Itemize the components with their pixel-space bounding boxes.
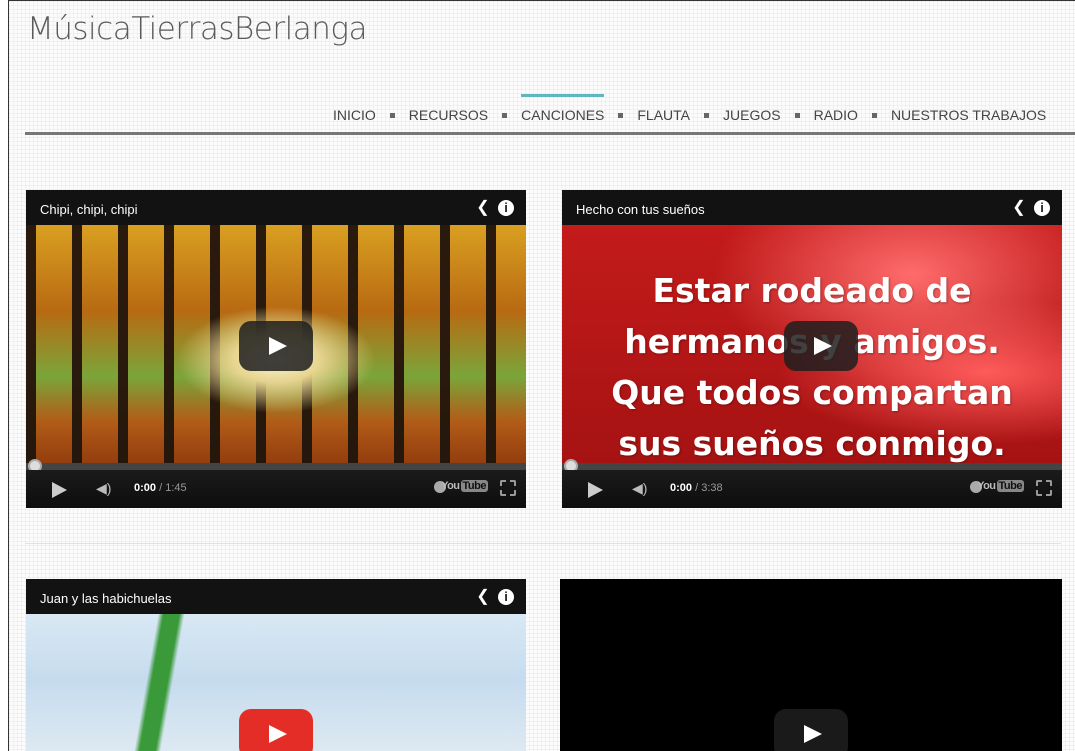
video-player-empty[interactable] <box>560 579 1062 751</box>
fullscreen-icon[interactable] <box>1036 480 1052 496</box>
video-title-bar: Hecho con tus sueños ❮ i <box>562 190 1062 225</box>
video-title[interactable]: Juan y las habichuelas <box>40 591 172 606</box>
nav-separator <box>502 112 508 118</box>
share-icon[interactable]: ❮ <box>1010 199 1028 217</box>
nav-item-canciones[interactable]: CANCIONES <box>521 94 605 123</box>
video-player-hecho[interactable]: Estar rodeado de hermanos y amigos. Que … <box>562 190 1062 508</box>
time-display: 0:00 / 1:45 <box>134 482 187 494</box>
main-nav: INICIO RECURSOS CANCIONES FLAUTA JUEGOS … <box>333 94 1046 123</box>
nav-separator <box>389 112 395 118</box>
play-button[interactable] <box>784 321 858 371</box>
video-player-juan[interactable]: Juan y las habichuelas ❮ i <box>26 579 526 751</box>
play-button[interactable] <box>239 321 313 371</box>
info-icon[interactable]: i <box>498 589 514 605</box>
nav-separator <box>618 112 624 118</box>
page-frame: MúsicaTierrasBerlanga INICIO RECURSOS CA… <box>8 0 1075 751</box>
nav-separator <box>871 112 877 118</box>
duration: / 1:45 <box>159 482 187 494</box>
site-title[interactable]: MúsicaTierrasBerlanga <box>27 11 367 47</box>
volume-icon[interactable]: ◀) <box>96 480 111 497</box>
section-divider <box>25 543 1061 544</box>
play-button[interactable] <box>239 709 313 751</box>
nav-separator <box>794 112 800 118</box>
nav-item-nuestros-trabajos[interactable]: NUESTROS TRABAJOS <box>891 107 1046 123</box>
video-title-bar: Juan y las habichuelas ❮ i <box>26 579 526 614</box>
time-display: 0:00 / 3:38 <box>670 482 723 494</box>
info-icon[interactable]: i <box>1034 200 1050 216</box>
play-button[interactable] <box>774 709 848 751</box>
progress-bar[interactable] <box>562 459 1062 473</box>
duration: / 3:38 <box>695 482 723 494</box>
video-title[interactable]: Chipi, chipi, chipi <box>40 202 138 217</box>
play-icon[interactable] <box>52 482 67 498</box>
share-icon[interactable]: ❮ <box>474 588 492 606</box>
current-time: 0:00 <box>670 482 693 494</box>
nav-underline <box>25 132 1075 135</box>
video-title[interactable]: Hecho con tus sueños <box>576 202 705 217</box>
player-controls: ◀) 0:00 / 3:38 You Tube <box>562 470 1062 508</box>
fullscreen-icon[interactable] <box>500 480 516 496</box>
progress-bar[interactable] <box>26 459 526 473</box>
nav-item-juegos[interactable]: JUEGOS <box>723 107 781 123</box>
nav-item-flauta[interactable]: FLAUTA <box>637 107 690 123</box>
share-icon[interactable]: ❮ <box>474 199 492 217</box>
play-icon[interactable] <box>588 482 603 498</box>
youtube-logo[interactable]: You Tube <box>441 480 488 492</box>
current-time: 0:00 <box>134 482 157 494</box>
video-title-bar: Chipi, chipi, chipi ❮ i <box>26 190 526 225</box>
player-controls: ◀) 0:00 / 1:45 You Tube <box>26 470 526 508</box>
video-player-chipi[interactable]: Chipi, chipi, chipi ❮ i ◀) 0:00 / 1:45 Y… <box>26 190 526 508</box>
info-icon[interactable]: i <box>498 200 514 216</box>
nav-separator <box>704 112 710 118</box>
nav-item-radio[interactable]: RADIO <box>814 107 858 123</box>
volume-icon[interactable]: ◀) <box>632 480 647 497</box>
nav-item-inicio[interactable]: INICIO <box>333 107 376 123</box>
nav-item-recursos[interactable]: RECURSOS <box>409 107 488 123</box>
youtube-logo[interactable]: You Tube <box>977 480 1024 492</box>
